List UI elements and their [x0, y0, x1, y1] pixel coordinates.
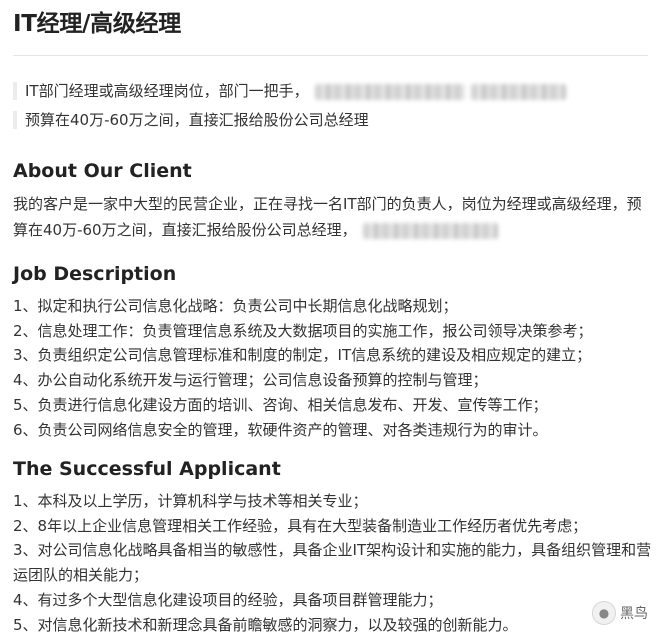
list-item: 5、负责进行信息化建设方面的培训、咨询、相关信息发布、开发、宣传等工作；	[13, 395, 548, 414]
list-item: 4、有过多个大型信息化建设项目的经验，具备项目群管理能力；	[13, 590, 443, 609]
list-item: 2、8年以上企业信息管理相关工作经验，具有在大型装备制造业工作经历者优先考虑；	[13, 516, 588, 535]
list-item: 1、拟定和执行公司信息化战略：负责公司中长期信息化战略规划；	[13, 297, 458, 315]
list-item: 4、办公自动化系统开发与运行管理；公司信息设备预算的控制与管理；	[13, 371, 488, 390]
list-item: 1、本科及以上学历，计算机科学与技术等相关专业；	[13, 492, 368, 510]
applicant-heading: The Successful Applicant	[13, 458, 281, 480]
about-heading: About Our Client	[13, 160, 192, 182]
redacted-text	[470, 83, 566, 100]
bullet-marker	[13, 82, 17, 100]
list-item: 2、信息处理工作：负责管理信息系统及大数据项目的实施工作，报公司领导决策参考；	[13, 321, 593, 340]
list-item: 3、对公司信息化战略具备相当的敏感性，具备企业IT架构设计和实施的能力，具备组织…	[13, 541, 652, 585]
redacted-text	[314, 83, 465, 100]
redacted-text	[362, 222, 498, 239]
job-description-list: 1、拟定和执行公司信息化战略：负责公司中长期信息化战略规划； 2、信息处理工作：…	[13, 294, 658, 442]
job-heading: Job Description	[13, 263, 177, 285]
page-title: IT经理/高级经理	[13, 11, 181, 37]
summary-bullet-text: 预算在40万-60万之间，直接汇报给股份公司总经理	[25, 111, 369, 129]
about-paragraph: 我的客户是一家中大型的民营企业，正在寻找一名IT部门的负责人，岗位为经理或高级经…	[13, 191, 649, 243]
list-item: 5、对信息化新技术和新理念具备前瞻敏感的洞察力，以及较强的创新能力。	[13, 615, 518, 634]
bullet-marker	[13, 111, 17, 129]
title-divider	[13, 55, 648, 56]
wechat-account-icon: ●	[592, 601, 616, 625]
watermark: ● 黑鸟	[592, 601, 648, 625]
applicant-requirements-list: 1、本科及以上学历，计算机科学与技术等相关专业； 2、8年以上企业信息管理相关工…	[13, 489, 653, 637]
summary-bullet: 预算在40万-60万之间，直接汇报给股份公司总经理	[13, 107, 653, 136]
summary-bullet-text: IT部门经理或高级经理岗位，部门一把手，	[25, 82, 309, 100]
summary-bullet: IT部门经理或高级经理岗位，部门一把手，	[13, 78, 653, 107]
about-text: 我的客户是一家中大型的民营企业，正在寻找一名IT部门的负责人，岗位为经理或高级经…	[13, 195, 642, 239]
summary-bullets: IT部门经理或高级经理岗位，部门一把手， 预算在40万-60万之间，直接汇报给股…	[13, 78, 653, 136]
watermark-label: 黑鸟	[620, 606, 648, 622]
list-item: 6、负责公司网络信息安全的管理，软硬件资产的管理、对各类违规行为的审计。	[13, 420, 548, 439]
list-item: 3、负责组织定公司信息管理标准和制度的制定，IT信息系统的建设及相应规定的建立；	[13, 346, 592, 365]
